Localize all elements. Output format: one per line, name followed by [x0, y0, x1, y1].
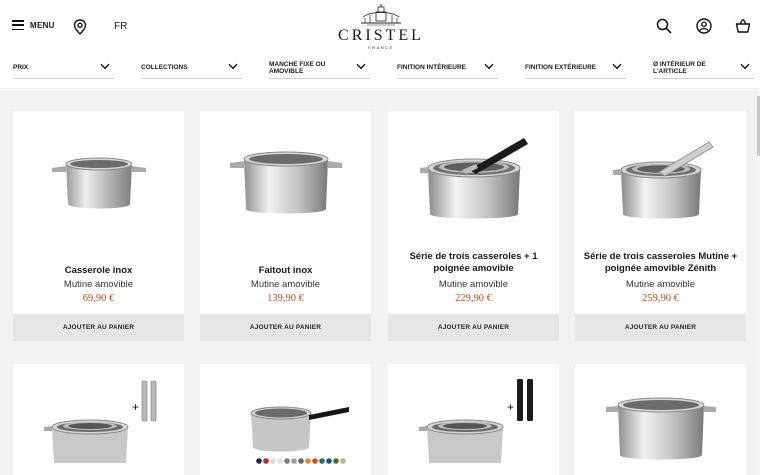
filter-interior-finish[interactable]: FINITION INTÉRIEURE	[397, 57, 498, 79]
product-collection: Mutine amovible	[625, 279, 696, 290]
product-card[interactable]: Série de trois casseroles Mutine + poign…	[575, 111, 746, 341]
color-swatches	[255, 457, 346, 464]
chevron-down-icon	[612, 63, 622, 70]
product-image[interactable]	[200, 364, 371, 475]
product-image[interactable]	[575, 364, 746, 475]
product-image[interactable]	[200, 111, 371, 251]
filter-label: MANCHE FIXE OU AMOVIBLE	[269, 60, 326, 75]
filter-collections[interactable]: COLLECTIONS	[141, 57, 242, 79]
add-to-cart-button[interactable]: AJOUTER AU PANIER	[200, 314, 371, 341]
store-locator-icon[interactable]	[73, 19, 87, 35]
product-card[interactable]: +	[13, 364, 184, 475]
hamburger-icon	[12, 20, 24, 30]
product-image[interactable]	[575, 111, 746, 251]
language-selector[interactable]: FR	[114, 21, 127, 32]
filter-inner-diameter[interactable]: Ø INTÉRIEUR DE L'ARTICLE	[653, 57, 754, 79]
product-image[interactable]: +	[388, 364, 559, 475]
product-card[interactable]: +	[388, 364, 559, 475]
chevron-down-icon	[356, 63, 366, 70]
chevron-down-icon	[228, 63, 238, 70]
chevron-down-icon	[100, 63, 110, 70]
color-swatch[interactable]	[269, 457, 276, 464]
color-swatch[interactable]	[311, 457, 318, 464]
product-image[interactable]	[388, 111, 559, 251]
product-card[interactable]	[200, 364, 371, 475]
logo-emblem-icon	[361, 4, 401, 26]
color-swatch[interactable]	[304, 457, 311, 464]
color-swatch[interactable]	[297, 457, 304, 464]
product-name[interactable]: Casserole inox	[19, 265, 178, 277]
color-swatch[interactable]	[290, 457, 297, 464]
chevron-down-icon	[740, 63, 750, 70]
logo-subtitle: FRANCE	[368, 45, 394, 50]
chevron-down-icon	[484, 63, 494, 70]
product-grid: Casserole inox Mutine amovible 69,90 € A…	[0, 90, 760, 475]
product-price: 229,90 €	[455, 293, 492, 304]
color-swatch[interactable]	[255, 457, 262, 464]
account-icon[interactable]	[696, 18, 712, 34]
color-swatch[interactable]	[276, 457, 283, 464]
filter-bar: PRIX COLLECTIONS MANCHE FIXE OU AMOVIBLE…	[0, 55, 760, 89]
product-card[interactable]: Faitout inox Mutine amovible 139,90 € AJ…	[200, 111, 371, 341]
color-swatch[interactable]	[325, 457, 332, 464]
product-price: 139,90 €	[267, 293, 304, 304]
filter-label: Ø INTÉRIEUR DE L'ARTICLE	[653, 60, 706, 75]
product-collection: Mutine amovible	[438, 279, 509, 290]
filter-label: COLLECTIONS	[141, 64, 188, 71]
product-collection: Mutine amovible	[250, 279, 321, 290]
product-price: 69,90 €	[82, 293, 115, 304]
filter-handle-type[interactable]: MANCHE FIXE OU AMOVIBLE	[269, 57, 370, 79]
product-image[interactable]	[13, 111, 184, 251]
add-to-cart-button[interactable]: AJOUTER AU PANIER	[13, 314, 184, 341]
svg-text:+: +	[507, 400, 514, 414]
filter-price[interactable]: PRIX	[13, 57, 114, 79]
add-to-cart-button[interactable]: AJOUTER AU PANIER	[388, 314, 559, 341]
product-name[interactable]: Série de trois casseroles + 1 poignée am…	[394, 251, 553, 275]
product-card[interactable]	[575, 364, 746, 475]
filter-label: FINITION INTÉRIEURE	[397, 64, 466, 71]
menu-button[interactable]: MENU	[12, 20, 55, 30]
site-header: MENU FR CRISTEL FRANCE	[0, 0, 760, 55]
color-swatch[interactable]	[339, 457, 346, 464]
basket-icon[interactable]	[735, 18, 751, 34]
product-collection: Mutine amovible	[63, 279, 134, 290]
color-swatch[interactable]	[332, 457, 339, 464]
product-card[interactable]: Série de trois casseroles + 1 poignée am…	[388, 111, 559, 341]
logo-wordmark: CRISTEL	[338, 27, 424, 44]
filter-exterior-finish[interactable]: FINITION EXTÉRIEURE	[525, 57, 626, 79]
color-swatch[interactable]	[262, 457, 269, 464]
search-icon[interactable]	[656, 18, 672, 34]
filter-label: FINITION EXTÉRIEURE	[525, 64, 597, 71]
product-name[interactable]: Série de trois casseroles Mutine + poign…	[581, 251, 740, 275]
color-swatch[interactable]	[318, 457, 325, 464]
color-swatch[interactable]	[283, 457, 290, 464]
add-to-cart-button[interactable]: AJOUTER AU PANIER	[575, 314, 746, 341]
brand-logo[interactable]: CRISTEL FRANCE	[336, 3, 426, 53]
filter-label: PRIX	[13, 64, 29, 71]
svg-text:+: +	[132, 400, 139, 414]
product-price: 259,90 €	[642, 293, 679, 304]
product-image[interactable]: +	[13, 364, 184, 475]
product-name[interactable]: Faitout inox	[206, 265, 365, 277]
menu-label: MENU	[30, 20, 55, 30]
product-card[interactable]: Casserole inox Mutine amovible 69,90 € A…	[13, 111, 184, 341]
